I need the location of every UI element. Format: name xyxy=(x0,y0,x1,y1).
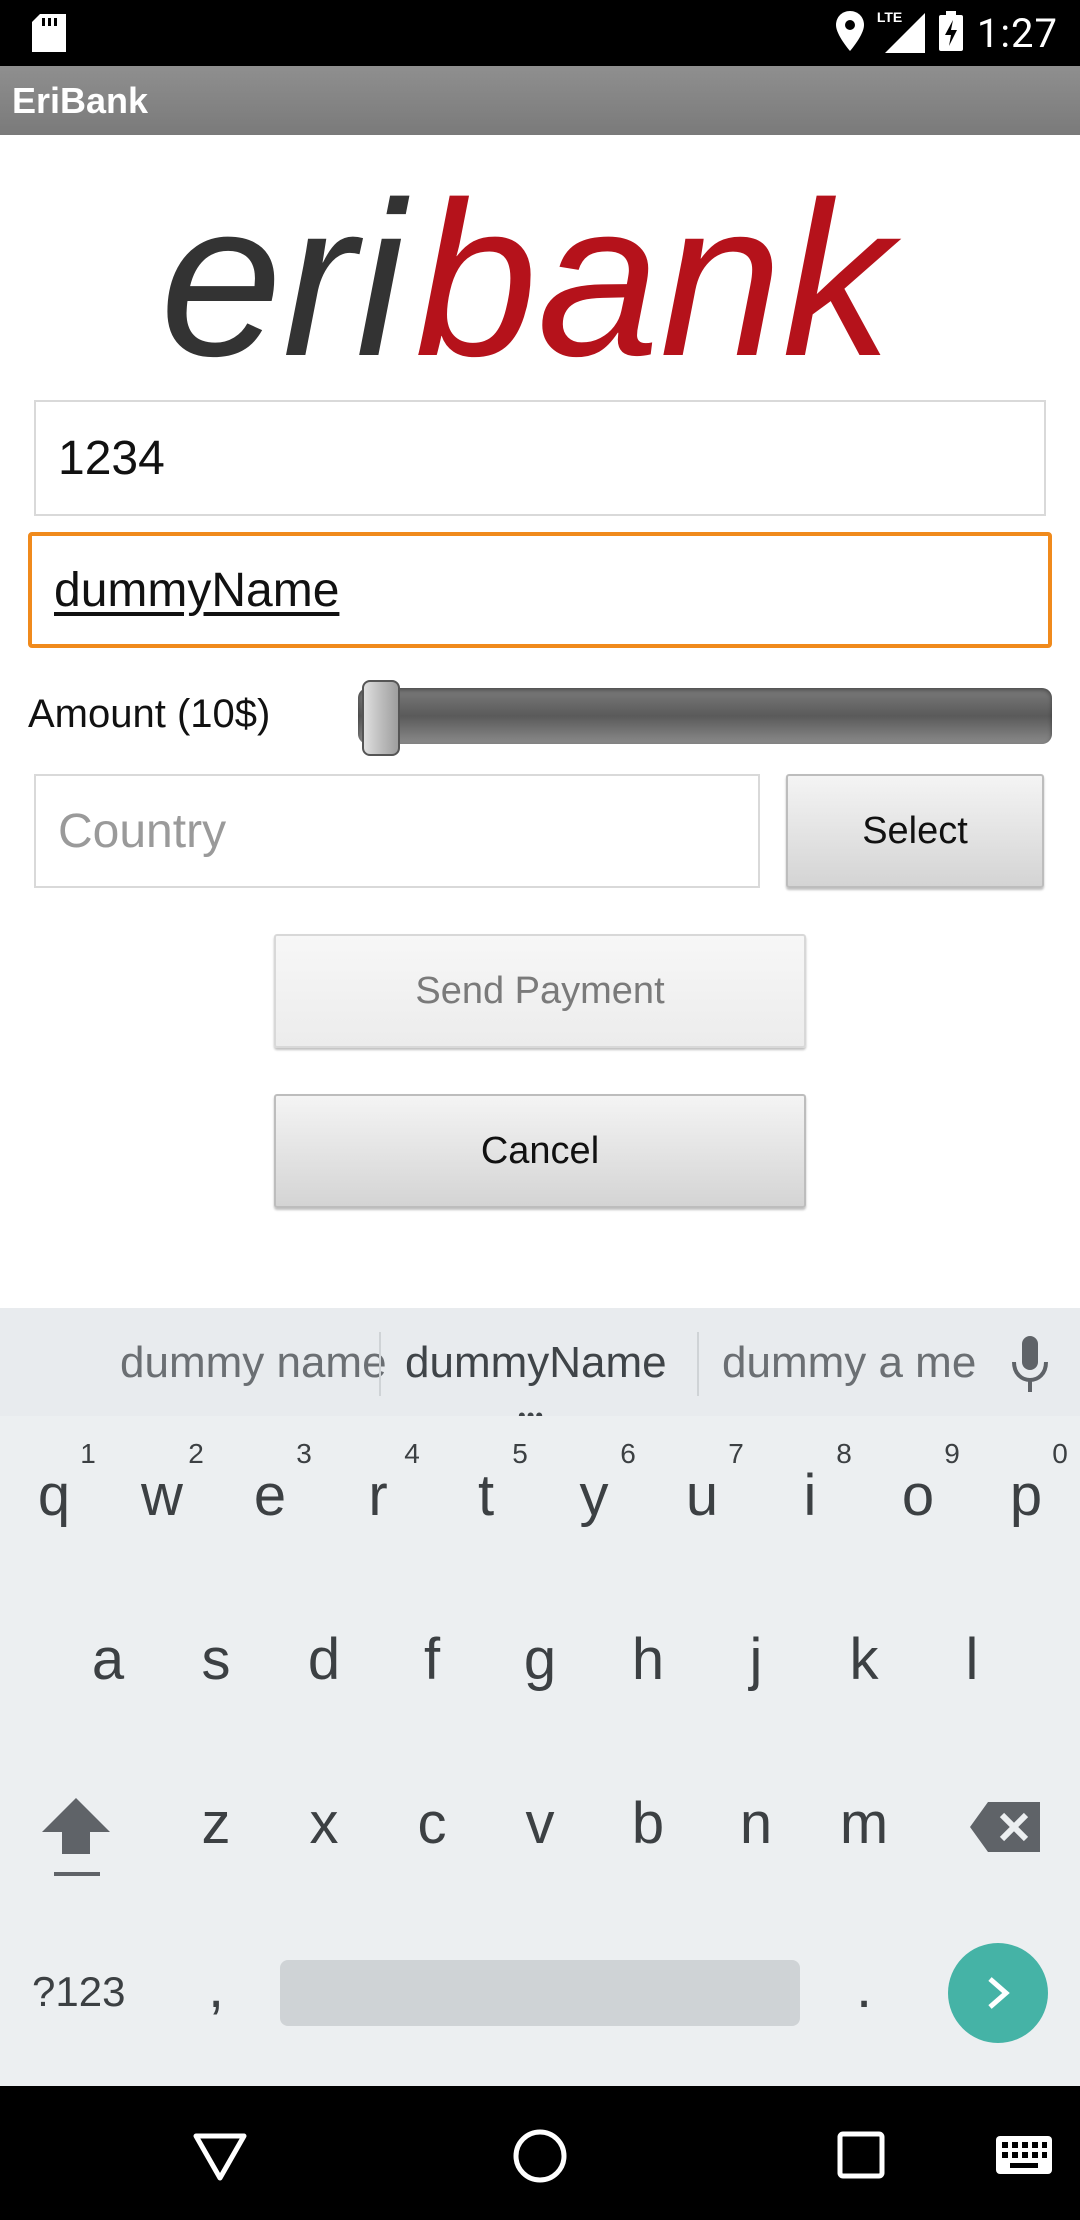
lte-signal-icon: LTE xyxy=(877,9,925,53)
cancel-label: Cancel xyxy=(480,1129,600,1172)
select-button[interactable]: Select xyxy=(786,774,1044,888)
country-placeholder: Country xyxy=(58,804,227,858)
chevron-right-icon xyxy=(984,1975,1014,2016)
key-h[interactable]: h xyxy=(608,1626,688,1693)
key-a[interactable]: a xyxy=(68,1626,148,1693)
back-icon[interactable] xyxy=(192,2132,248,2187)
network-type: LTE xyxy=(876,9,903,25)
key-f[interactable]: f xyxy=(392,1626,472,1693)
suggestion-left[interactable]: dummy name xyxy=(120,1338,387,1388)
navigation-bar xyxy=(0,2086,1080,2220)
suggestion-divider xyxy=(697,1332,699,1396)
key-j[interactable]: j xyxy=(716,1626,796,1693)
key-s[interactable]: s xyxy=(176,1626,256,1693)
key-p[interactable]: p xyxy=(986,1462,1066,1529)
send-payment-label: Send Payment xyxy=(415,969,665,1012)
go-key[interactable] xyxy=(948,1943,1048,2043)
key-k[interactable]: k xyxy=(824,1626,904,1693)
key-e[interactable]: e xyxy=(230,1462,310,1529)
keyboard-switch-icon[interactable] xyxy=(996,2136,1052,2179)
country-field[interactable]: Country xyxy=(34,774,760,888)
key-c[interactable]: c xyxy=(392,1790,472,1857)
amount-label: Amount (10$) xyxy=(28,692,271,736)
logo-text-bank: bank xyxy=(415,156,902,375)
eribank-logo: eri bank xyxy=(160,155,920,402)
name-value: dummyName xyxy=(54,563,340,617)
symbols-key[interactable]: ?123 xyxy=(32,1968,125,2016)
amount-slider-track[interactable] xyxy=(358,688,1052,744)
key-g[interactable]: g xyxy=(500,1626,580,1693)
key-u[interactable]: u xyxy=(662,1462,742,1529)
key-n[interactable]: n xyxy=(716,1790,796,1857)
suggestion-center[interactable]: dummyName xyxy=(405,1338,667,1388)
status-bar: LTE 1:27 xyxy=(0,0,1080,66)
key-r[interactable]: r xyxy=(338,1462,418,1529)
sd-card-icon xyxy=(32,14,66,57)
app-title: EriBank xyxy=(12,80,149,121)
shift-key-icon[interactable] xyxy=(38,1796,114,1885)
suggestion-divider xyxy=(379,1332,381,1396)
account-number-field[interactable]: 1234 xyxy=(34,400,1046,516)
key-b[interactable]: b xyxy=(608,1790,688,1857)
select-button-label: Select xyxy=(862,809,968,852)
battery-charging-icon xyxy=(938,10,963,56)
period-key[interactable]: . xyxy=(824,1954,904,2021)
key-d[interactable]: d xyxy=(284,1626,364,1693)
send-payment-button[interactable]: Send Payment xyxy=(274,934,806,1048)
cancel-button[interactable]: Cancel xyxy=(274,1094,806,1208)
key-w[interactable]: w xyxy=(122,1462,202,1529)
key-i[interactable]: i xyxy=(770,1462,850,1529)
action-bar: EriBank xyxy=(0,66,1080,135)
suggestion-right[interactable]: dummy a me xyxy=(722,1338,976,1388)
amount-slider-thumb[interactable] xyxy=(362,680,400,756)
logo-text-eri: eri xyxy=(160,156,410,375)
microphone-icon[interactable] xyxy=(1010,1336,1050,1399)
key-o[interactable]: o xyxy=(878,1462,958,1529)
clock: 1:27 xyxy=(976,9,1058,57)
key-v[interactable]: v xyxy=(500,1790,580,1857)
account-number-value: 1234 xyxy=(58,431,165,485)
key-l[interactable]: l xyxy=(932,1626,1012,1693)
key-t[interactable]: t xyxy=(446,1462,526,1529)
key-q[interactable]: q xyxy=(14,1462,94,1529)
name-field[interactable]: dummyName xyxy=(28,532,1052,648)
key-x[interactable]: x xyxy=(284,1790,364,1857)
comma-key[interactable]: , xyxy=(176,1954,256,2021)
backspace-key-icon[interactable] xyxy=(970,1802,1040,1857)
space-bar[interactable] xyxy=(280,1960,800,2026)
key-y[interactable]: y xyxy=(554,1462,634,1529)
location-icon xyxy=(835,10,865,56)
suggestion-strip: dummy name dummyName ••• dummy a me xyxy=(0,1308,1080,1428)
key-m[interactable]: m xyxy=(824,1790,904,1857)
key-z[interactable]: z xyxy=(176,1790,256,1857)
recents-icon[interactable] xyxy=(836,2130,886,2185)
home-icon[interactable] xyxy=(512,2128,568,2189)
